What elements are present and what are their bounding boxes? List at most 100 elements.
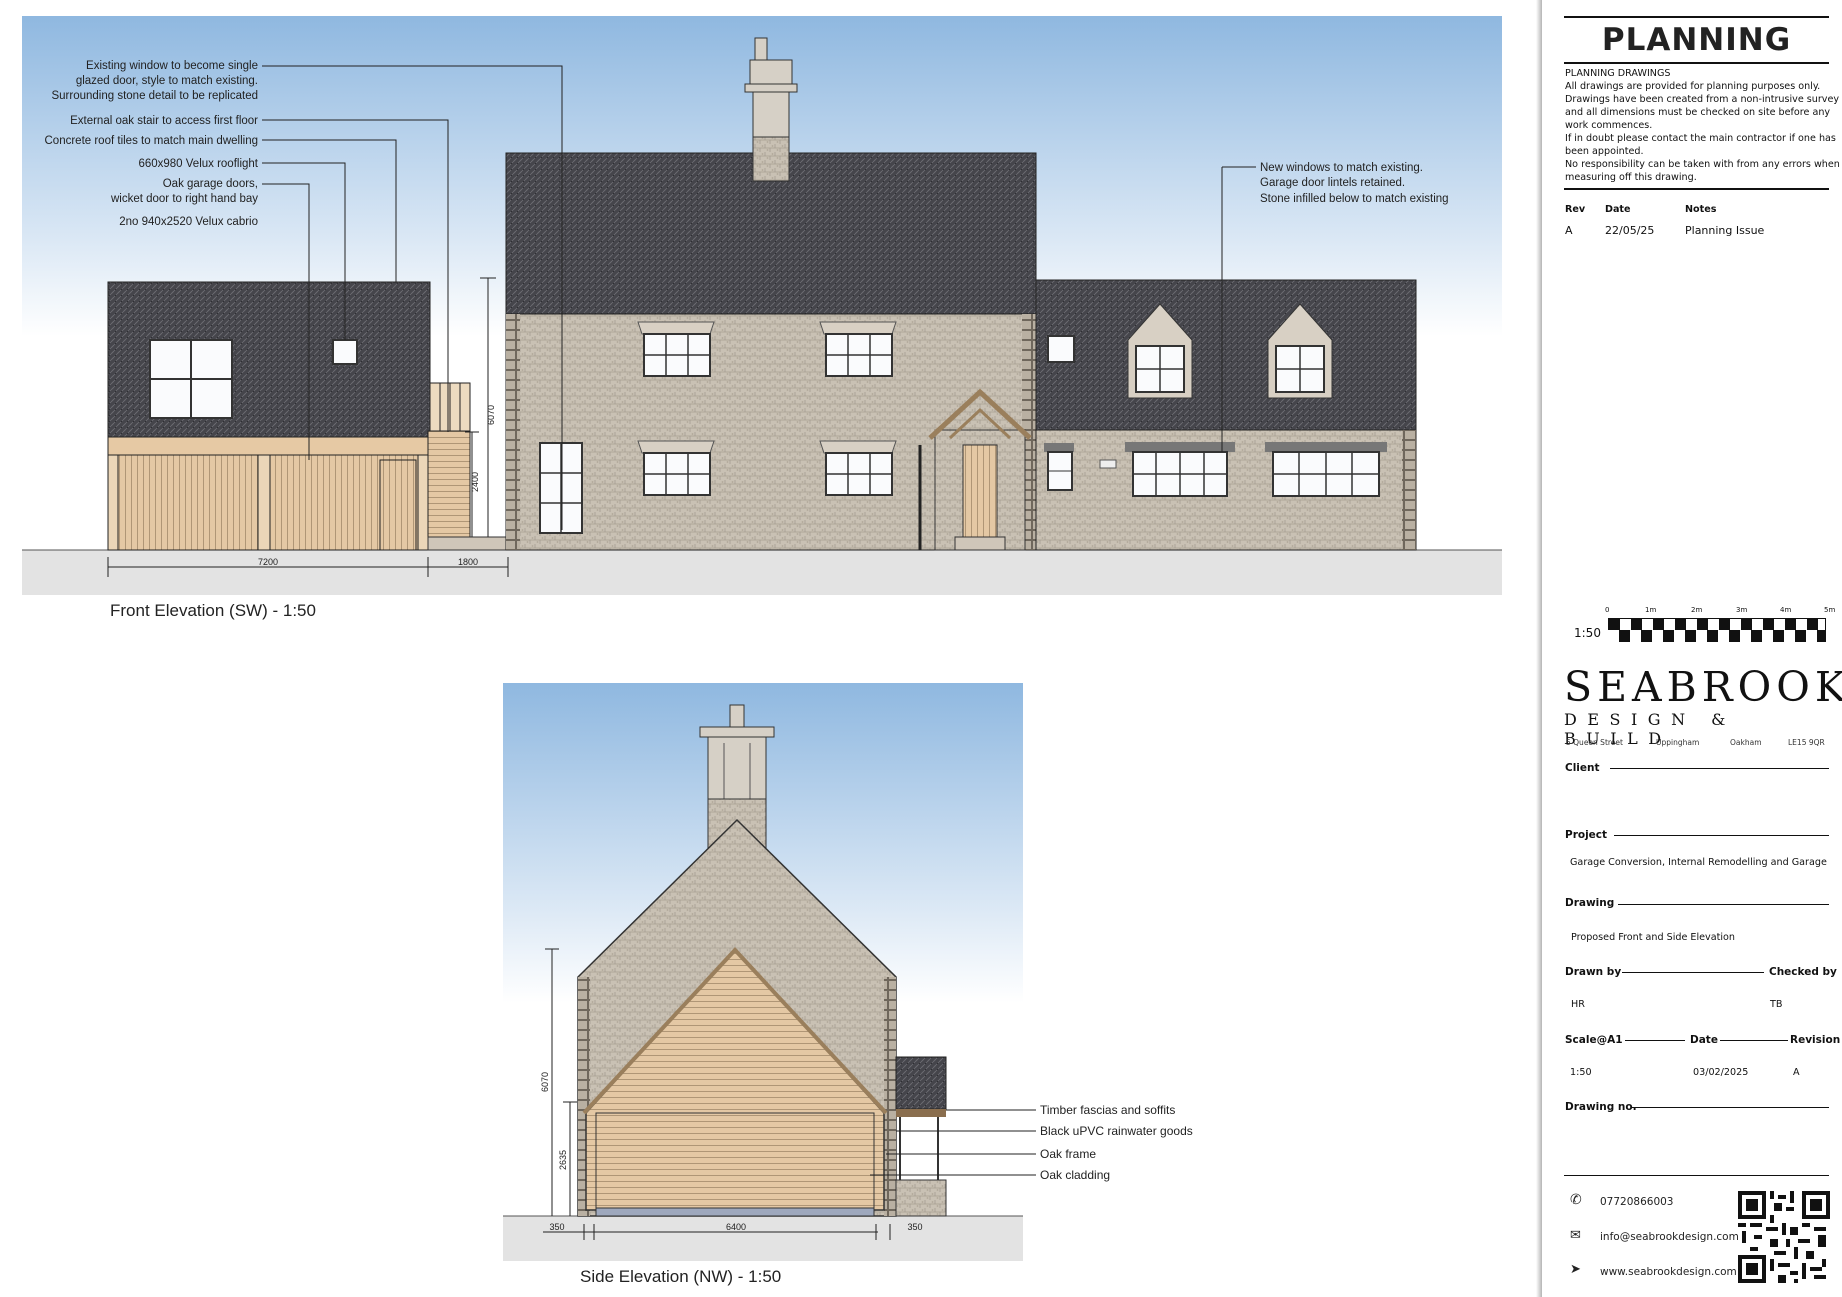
dim-width-main: 7200 [258,557,278,567]
scale-line [1625,1040,1685,1042]
dim-height-total: 6070 [486,405,496,425]
contact-rule [1564,1175,1829,1176]
side-note-3: Oak frame [1040,1147,1096,1161]
rev-header: Rev [1565,204,1586,215]
date-header: Date [1605,204,1631,215]
note-line: and all dimensions must be checked on si… [1565,107,1831,118]
front-right-note-3: Stone infilled below to match existing [1260,193,1449,205]
side-dim-width-right: 350 [907,1222,922,1232]
rooflight-small [1047,335,1075,363]
front-elevation: 7200 1800 6070 2400 Existing window to b… [22,16,1502,620]
project-label: Project [1565,829,1608,841]
drawing-value: Proposed Front and Side Elevation [1571,932,1735,943]
company-name: SEABROOK [1564,663,1842,711]
scale-tick: 5m [1824,606,1836,614]
notes-rule [1564,188,1829,190]
scale-label: Scale@A1 [1565,1034,1623,1046]
address-street: 5 Queen Street [1566,738,1623,747]
date-value: 03/02/2025 [1693,1067,1749,1078]
side-elevation: Timber fascias and soffits Black uPVC ra… [503,683,1193,1286]
side-ground [503,1216,1023,1261]
drawing-no-line [1632,1107,1829,1109]
scale-tick: 0 [1605,606,1610,614]
scale-tick: 4m [1780,606,1792,614]
address-postcode: LE15 9QR [1788,738,1825,747]
email-address[interactable]: info@seabrookdesign.com [1600,1231,1739,1243]
front-right-note-2: Garage door lintels retained. [1260,177,1405,189]
qr-code [1738,1191,1830,1283]
client-line [1610,768,1829,770]
note-line: been appointed. [1565,146,1644,157]
client-label: Client [1565,762,1600,774]
drawing-line [1618,904,1829,906]
planning-heading: PLANNING [1601,22,1792,58]
note-line: If in doubt please contact the main cont… [1565,133,1836,144]
website[interactable]: www.seabrookdesign.com [1600,1266,1737,1278]
front-note-4: External oak stair to access first floor [70,115,258,127]
title-block: PLANNING PLANNING DRAWINGS All drawings … [1542,0,1842,1297]
front-note-2: glazed door, style to match existing. [76,75,258,87]
checked-by-value: TB [1770,999,1783,1010]
side-note-1: Timber fascias and soffits [1040,1103,1175,1117]
front-note-6: 660x980 Velux rooflight [138,158,258,170]
revision-rev: A [1565,224,1573,237]
dim-height-door: 2400 [470,472,480,492]
heading-rule [1564,62,1829,64]
project-value: Garage Conversion, Internal Remodelling … [1570,857,1827,868]
velux-rooflight [332,339,358,365]
scale-bar-label: 1:50 [1574,626,1601,640]
side-note-4: Oak cladding [1040,1168,1110,1182]
scale-value: 1:50 [1570,1067,1592,1078]
front-note-8: wicket door to right hand bay [110,193,258,205]
garage-building [107,281,431,551]
side-note-2: Black uPVC rainwater goods [1040,1124,1193,1138]
front-note-1: Existing window to become single [86,60,258,72]
revision-notes: Planning Issue [1685,224,1765,237]
front-note-3: Surrounding stone detail to be replicate… [51,90,258,102]
right-wing [1035,279,1417,551]
project-line [1614,835,1829,837]
note-line: All drawings are provided for planning p… [1565,81,1821,92]
note-line: measuring off this drawing. [1565,172,1697,183]
side-elevation-title: Side Elevation (NW) - 1:50 [580,1267,781,1286]
dim-width-stair: 1800 [458,557,478,567]
date-line [1720,1040,1788,1042]
side-dim-width-main: 6400 [726,1222,746,1232]
front-right-note-1: New windows to match existing. [1260,162,1423,174]
top-rule [1564,16,1829,18]
date-label: Date [1690,1034,1718,1046]
address-county: Oakham [1730,738,1762,747]
revision-label: Revision [1790,1034,1841,1046]
drawn-by-value: HR [1571,999,1585,1010]
scale-tick: 1m [1645,606,1657,614]
email-icon: ✉ [1570,1228,1581,1243]
wicket-door [379,459,417,551]
scale-bar-graphic-lower [1608,630,1826,642]
front-elevation-title: Front Elevation (SW) - 1:50 [110,601,316,620]
scale-tick: 3m [1736,606,1748,614]
note-line: work commences. [1565,120,1653,131]
side-dim-height-total: 6070 [540,1072,550,1092]
revision-value: A [1793,1067,1800,1078]
web-icon: ➤ [1570,1262,1581,1277]
front-note-5: Concrete roof tiles to match main dwelli… [45,135,259,147]
garage-door-left [117,454,259,551]
notes-heading: PLANNING DRAWINGS [1565,68,1671,79]
revision-date: 22/05/25 [1605,224,1655,237]
drawn-by-label: Drawn by [1565,966,1622,978]
drawing-label: Drawing [1565,897,1615,909]
notes-header: Notes [1685,204,1717,215]
phone-number[interactable]: 07720866003 [1600,1196,1674,1208]
front-note-9: 2no 940x2520 Velux cabrio [119,216,258,228]
scale-tick: 2m [1691,606,1703,614]
side-dim-width-left: 350 [549,1222,564,1232]
side-dim-height-eaves: 2635 [558,1150,568,1170]
note-line: Drawings have been created from a non-in… [1565,94,1840,105]
front-ground [22,550,1502,595]
drawing-no-label: Drawing no. [1565,1101,1637,1113]
drawn-by-line [1622,972,1764,974]
phone-icon: ✆ [1570,1192,1582,1208]
address-town: Uppingham [1656,738,1700,747]
checked-by-label: Checked by [1769,966,1837,978]
note-line: No responsibility can be taken with from… [1565,159,1840,170]
